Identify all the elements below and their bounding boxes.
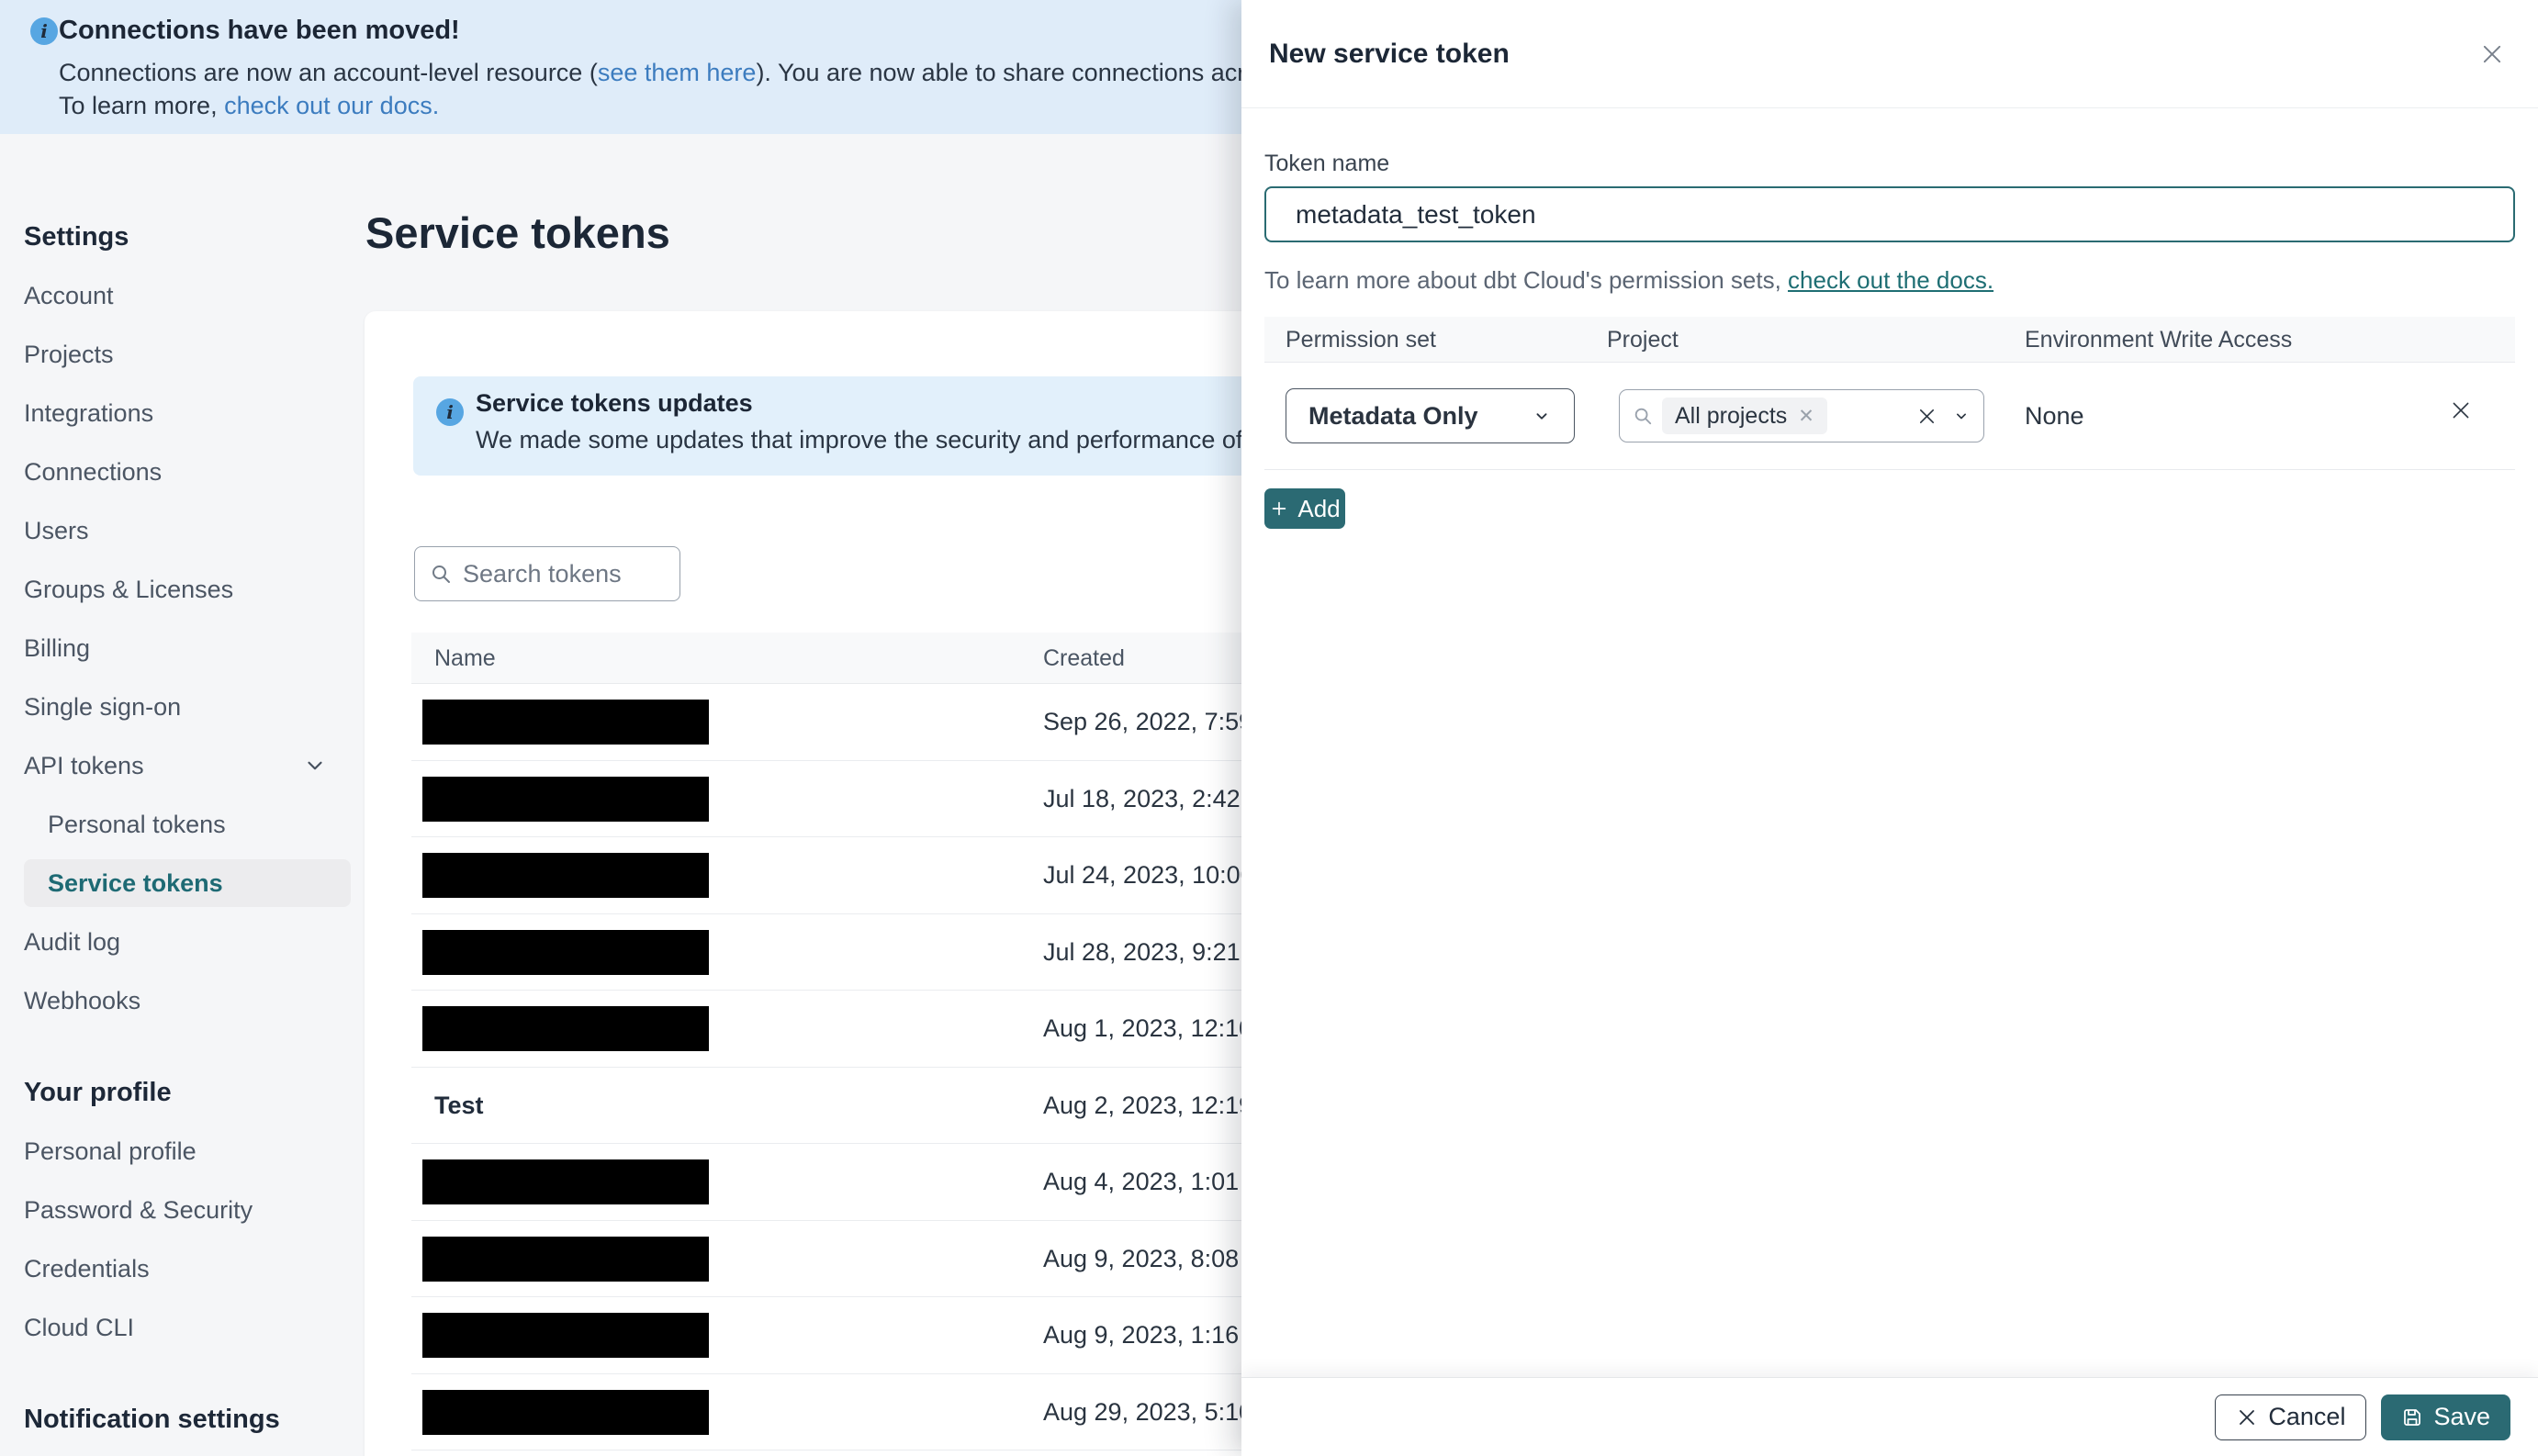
redacted-token-name xyxy=(422,776,709,822)
sidebar-item-cloud-cli[interactable]: Cloud CLI xyxy=(24,1298,351,1357)
close-icon[interactable]: ✕ xyxy=(1798,405,1814,428)
close-icon xyxy=(2479,41,2505,67)
sidebar-heading-settings: Settings xyxy=(24,222,129,252)
drawer-header: New service token xyxy=(1241,0,2538,108)
redacted-token-name xyxy=(422,1159,709,1204)
sidebar-item-service-tokens[interactable]: Service tokens xyxy=(24,859,351,907)
search-icon xyxy=(430,563,452,585)
project-multiselect[interactable]: All projects ✕ xyxy=(1619,389,1984,442)
sidebar-item-users[interactable]: Users xyxy=(24,501,351,560)
sidebar-item-password-security[interactable]: Password & Security xyxy=(24,1181,351,1239)
settings-sidebar: Settings Account Projects Integrations C… xyxy=(24,207,351,1449)
search-input[interactable] xyxy=(463,559,656,588)
banner-body-line2: To learn more, check out our docs. xyxy=(59,92,440,119)
sidebar-item-connections[interactable]: Connections xyxy=(24,442,351,501)
check-out-the-docs-link[interactable]: check out the docs. xyxy=(1788,266,1993,294)
clear-projects-button[interactable] xyxy=(1911,400,1943,432)
sidebar-item-personal-tokens[interactable]: Personal tokens xyxy=(24,795,351,854)
column-header-name: Name xyxy=(434,645,496,671)
redacted-token-name xyxy=(422,853,709,898)
permission-helper-text: To learn more about dbt Cloud's permissi… xyxy=(1264,266,1994,294)
search-tokens-box[interactable] xyxy=(414,546,680,601)
all-projects-chip[interactable]: All projects ✕ xyxy=(1662,398,1827,434)
token-name: Test xyxy=(434,1091,484,1119)
sidebar-item-personal-profile[interactable]: Personal profile xyxy=(24,1122,351,1181)
new-service-token-drawer: New service token Token name To learn mo… xyxy=(1241,0,2538,1456)
sidebar-item-billing[interactable]: Billing xyxy=(24,619,351,678)
permission-row: Metadata Only All projects ✕ None xyxy=(1264,363,2515,470)
redacted-token-name xyxy=(422,700,709,745)
sidebar-item-single-sign-on[interactable]: Single sign-on xyxy=(24,678,351,736)
plus-icon xyxy=(1269,498,1289,519)
token-name-label: Token name xyxy=(1264,151,1390,176)
sidebar-item-account[interactable]: Account xyxy=(24,266,351,325)
sidebar-heading-notification-settings: Notification settings xyxy=(24,1405,280,1434)
close-icon xyxy=(1916,406,1937,427)
save-button[interactable]: Save xyxy=(2381,1394,2510,1440)
drawer-title: New service token xyxy=(1269,38,1510,69)
info-icon: i xyxy=(30,17,58,45)
search-icon xyxy=(1633,406,1653,426)
redacted-token-name xyxy=(422,1006,709,1051)
sidebar-item-credentials[interactable]: Credentials xyxy=(24,1239,351,1298)
chevron-down-icon xyxy=(1532,406,1552,426)
column-environment-write-access: Environment Write Access xyxy=(2025,327,2293,353)
add-permission-button[interactable]: Add xyxy=(1264,488,1345,529)
check-our-docs-link[interactable]: check out our docs. xyxy=(224,92,439,119)
redacted-token-name xyxy=(422,1236,709,1282)
see-them-here-link[interactable]: see them here xyxy=(598,59,757,86)
environment-write-access-value: None xyxy=(2025,402,2084,430)
redacted-token-name xyxy=(422,929,709,975)
redacted-token-name xyxy=(422,1389,709,1435)
remove-permission-row-button[interactable] xyxy=(2443,393,2478,428)
cancel-button[interactable]: Cancel xyxy=(2215,1394,2367,1440)
updates-banner-title: Service tokens updates xyxy=(476,389,753,417)
close-icon xyxy=(2449,398,2473,422)
chevron-down-icon[interactable] xyxy=(1952,407,1971,425)
sidebar-item-webhooks[interactable]: Webhooks xyxy=(24,971,351,1030)
close-icon xyxy=(2236,1406,2258,1428)
sidebar-item-groups-licenses[interactable]: Groups & Licenses xyxy=(24,560,351,619)
sidebar-heading-your-profile: Your profile xyxy=(24,1078,172,1107)
drawer-footer: Cancel Save xyxy=(1241,1377,2538,1456)
sidebar-item-integrations[interactable]: Integrations xyxy=(24,384,351,442)
sidebar-item-projects[interactable]: Projects xyxy=(24,325,351,384)
redacted-token-name xyxy=(422,1313,709,1358)
drawer-body: Token name To learn more about dbt Cloud… xyxy=(1241,151,2538,529)
permission-table-header: Permission set Project Environment Write… xyxy=(1264,317,2515,363)
sidebar-item-api-tokens[interactable]: API tokens xyxy=(24,736,351,795)
save-icon xyxy=(2401,1406,2423,1428)
column-header-created: Created xyxy=(1043,645,1125,671)
info-icon: i xyxy=(436,398,464,426)
banner-title: Connections have been moved! xyxy=(59,16,460,45)
sidebar-item-audit-log[interactable]: Audit log xyxy=(24,913,351,971)
column-project: Project xyxy=(1607,327,1679,353)
chevron-down-icon xyxy=(303,754,327,778)
page-title: Service tokens xyxy=(365,208,670,257)
column-permission-set: Permission set xyxy=(1286,327,1436,353)
permission-set-select[interactable]: Metadata Only xyxy=(1286,388,1575,443)
token-name-input[interactable] xyxy=(1264,186,2515,242)
close-drawer-button[interactable] xyxy=(2474,36,2510,73)
